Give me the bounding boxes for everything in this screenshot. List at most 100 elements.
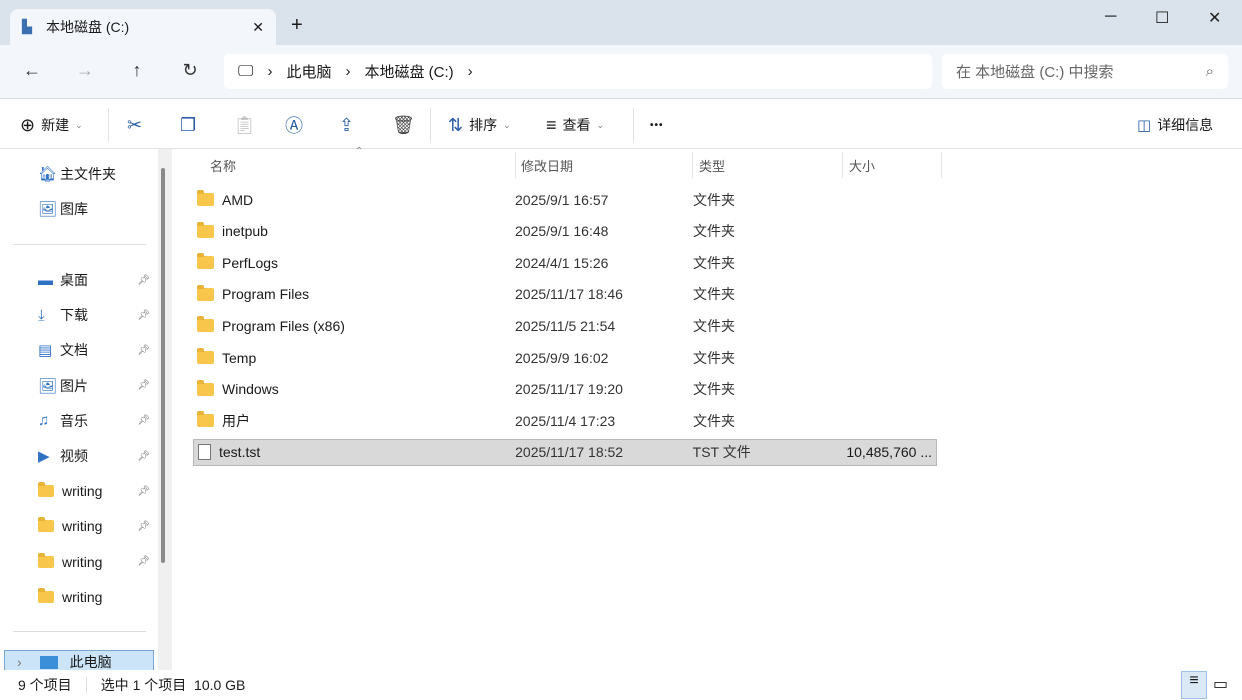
folder-icon bbox=[38, 587, 54, 603]
delete-icon[interactable]: 🗑︎ bbox=[392, 113, 415, 137]
file-row[interactable]: PerfLogs 2024/4/1 15:26 文件夹 bbox=[193, 249, 937, 276]
computer-icon: 🖵 bbox=[238, 62, 254, 80]
file-row[interactable]: 用户 2025/11/4 17:23 文件夹 bbox=[193, 407, 937, 434]
sidebar-item[interactable]: 🖼︎ 图片 📌︎ bbox=[38, 375, 156, 397]
pin-icon[interactable]: 📌︎ bbox=[137, 345, 150, 356]
file-name: Windows bbox=[222, 381, 279, 398]
breadcrumb-local-disk[interactable]: 本地磁盘 (C:) bbox=[364, 61, 453, 82]
details-pane-icon: ◫ bbox=[1137, 117, 1152, 134]
sidebar-item-label: 下载 bbox=[60, 307, 88, 324]
maximize-button[interactable]: ☐ bbox=[1155, 8, 1169, 28]
file-row[interactable]: Temp 2025/9/9 16:02 文件夹 bbox=[193, 344, 937, 371]
modified-date: 2025/11/17 18:46 bbox=[515, 286, 623, 303]
minimize-button[interactable]: ─ bbox=[1105, 8, 1116, 26]
modified-date: 2025/9/1 16:57 bbox=[515, 191, 609, 208]
address-bar[interactable]: 🖵 › 此电脑 › 本地磁盘 (C:) › bbox=[224, 54, 932, 89]
sidebar-item[interactable]: writing 📌︎ bbox=[38, 515, 156, 537]
modified-date: 2025/11/5 21:54 bbox=[515, 317, 616, 334]
pin-icon[interactable]: 📌︎ bbox=[137, 556, 150, 567]
search-input[interactable]: 在 本地磁盘 (C:) 中搜索 ⌕ bbox=[942, 54, 1228, 89]
pin-icon[interactable]: 📌︎ bbox=[137, 486, 150, 497]
search-placeholder: 在 本地磁盘 (C:) 中搜索 bbox=[956, 64, 1114, 81]
sidebar-item[interactable]: 🏠︎ 主文件夹 bbox=[38, 163, 156, 185]
chevron-down-icon: ⌄ bbox=[75, 119, 83, 130]
back-button[interactable]: ← bbox=[17, 60, 47, 84]
pin-icon[interactable]: 📌︎ bbox=[137, 310, 150, 321]
new-tab-button[interactable]: + bbox=[291, 14, 303, 37]
close-tab-button[interactable]: ✕ bbox=[252, 19, 264, 36]
details-pane-button[interactable]: ◫ 详细信息 bbox=[1137, 113, 1213, 137]
file-type: 文件夹 bbox=[693, 412, 735, 429]
sidebar-item[interactable]: ♫ 音乐 📌︎ bbox=[38, 410, 156, 432]
sidebar-item-label: 文档 bbox=[60, 342, 88, 359]
pin-icon[interactable]: 📌︎ bbox=[137, 415, 150, 426]
paste-icon[interactable]: 📋︎ bbox=[233, 113, 256, 137]
file-row[interactable]: Program Files (x86) 2025/11/5 21:54 文件夹 bbox=[193, 312, 937, 339]
sidebar-item-label: 此电脑 bbox=[69, 654, 112, 670]
share-icon[interactable]: ⇪ bbox=[339, 113, 354, 137]
chevron-right-icon[interactable]: › bbox=[345, 63, 350, 80]
sort-button[interactable]: ⇅ 排序 ⌄ bbox=[448, 113, 511, 137]
folder-icon bbox=[38, 482, 54, 498]
chevron-down-icon: ⌄ bbox=[596, 119, 605, 130]
forward-button[interactable]: → bbox=[70, 60, 100, 84]
up-button[interactable]: ↑ bbox=[122, 60, 152, 84]
navigation-pane: 🏠︎ 主文件夹 🖼︎ 图库 ▬ 桌面 📌︎ ⤓ 下载 📌︎ ▤ 文档 📌︎ 🖼︎ 图片 📌︎ ♫ 音乐 📌︎ ▶ 视频 📌… bbox=[0, 149, 158, 674]
tiles-view-button[interactable]: ▭ bbox=[1213, 674, 1228, 694]
computer-icon bbox=[39, 655, 58, 669]
file-type: 文件夹 bbox=[693, 381, 735, 398]
sidebar-item[interactable]: writing 📌︎ bbox=[38, 551, 156, 573]
pin-icon[interactable]: 📌︎ bbox=[137, 521, 150, 532]
file-row[interactable]: test.tst 2025/11/17 18:52 TST 文件 10,485,760… bbox=[193, 438, 937, 466]
folder-icon bbox=[38, 517, 54, 533]
view-button[interactable]: ≡ 查看 ⌄ bbox=[546, 113, 604, 137]
tab-local-disk[interactable]: ▙ 本地磁盘 (C:) ✕ bbox=[10, 9, 276, 45]
close-window-button[interactable]: ✕ bbox=[1208, 8, 1221, 28]
sidebar-item[interactable]: ⤓ 下载 📌︎ bbox=[38, 304, 156, 326]
folder-icon bbox=[197, 253, 214, 270]
column-header-date[interactable]: 修改日期 bbox=[515, 152, 693, 178]
file-type: 文件夹 bbox=[693, 349, 735, 366]
sidebar-item[interactable]: ▶ 视频 📌︎ bbox=[38, 445, 156, 467]
selection-info: 选中 1 个项目 10.0 GB bbox=[100, 677, 246, 693]
chevron-right-icon[interactable]: › bbox=[267, 63, 272, 80]
details-view-button[interactable]: ≡ bbox=[1181, 671, 1207, 699]
file-row[interactable]: inetpub 2025/9/1 16:48 文件夹 bbox=[193, 218, 937, 245]
breadcrumb-this-pc[interactable]: 此电脑 bbox=[286, 61, 331, 82]
sidebar-item[interactable]: ▤ 文档 📌︎ bbox=[38, 339, 156, 361]
sidebar-item[interactable]: writing bbox=[38, 586, 156, 608]
column-header-name[interactable]: 名称 bbox=[204, 152, 516, 178]
chevron-right-icon[interactable]: › bbox=[17, 654, 22, 670]
sidebar-item[interactable]: ▬ 桌面 📌︎ bbox=[38, 269, 156, 291]
folder-icon bbox=[197, 411, 214, 428]
column-header-type[interactable]: 类型 bbox=[693, 152, 843, 178]
column-header-size[interactable]: 大小 bbox=[843, 152, 942, 178]
file-type: 文件夹 bbox=[693, 286, 735, 303]
file-type: 文件夹 bbox=[693, 191, 735, 208]
pin-icon[interactable]: 📌︎ bbox=[137, 451, 150, 462]
sort-icon: ⇅ bbox=[448, 114, 464, 135]
more-options-button[interactable]: ••• bbox=[650, 113, 664, 137]
divider bbox=[85, 677, 87, 693]
file-row[interactable]: Windows 2025/11/17 19:20 文件夹 bbox=[193, 376, 937, 403]
file-row[interactable]: AMD 2025/9/1 16:57 文件夹 bbox=[193, 186, 937, 213]
copy-icon[interactable]: ❐ bbox=[180, 113, 196, 137]
pin-icon[interactable]: 📌︎ bbox=[137, 380, 150, 391]
rename-icon[interactable]: Ⓐ bbox=[285, 113, 303, 137]
sidebar-item-label: 图库 bbox=[60, 201, 88, 217]
file-name: Program Files (x86) bbox=[222, 317, 345, 334]
modified-date: 2025/11/17 19:20 bbox=[515, 381, 623, 398]
sidebar-item[interactable]: writing 📌︎ bbox=[38, 480, 156, 502]
search-icon: ⌕ bbox=[1205, 63, 1214, 80]
sidebar-item[interactable]: 🖼︎ 图库 bbox=[38, 198, 156, 220]
new-button[interactable]: ⊕ 新建 ⌄ bbox=[20, 113, 83, 137]
details-label: 详细信息 bbox=[1157, 117, 1214, 133]
refresh-button[interactable]: ↻ bbox=[175, 60, 205, 84]
cut-icon[interactable]: ✂ bbox=[127, 113, 142, 137]
pin-icon[interactable]: 📌︎ bbox=[137, 275, 150, 286]
name-cell: test.tst bbox=[194, 444, 515, 461]
sidebar-scrollbar-thumb[interactable] bbox=[161, 168, 165, 563]
file-row[interactable]: Program Files 2025/11/17 18:46 文件夹 bbox=[193, 281, 937, 308]
folder-icon bbox=[197, 379, 214, 396]
chevron-right-icon[interactable]: › bbox=[468, 63, 473, 80]
